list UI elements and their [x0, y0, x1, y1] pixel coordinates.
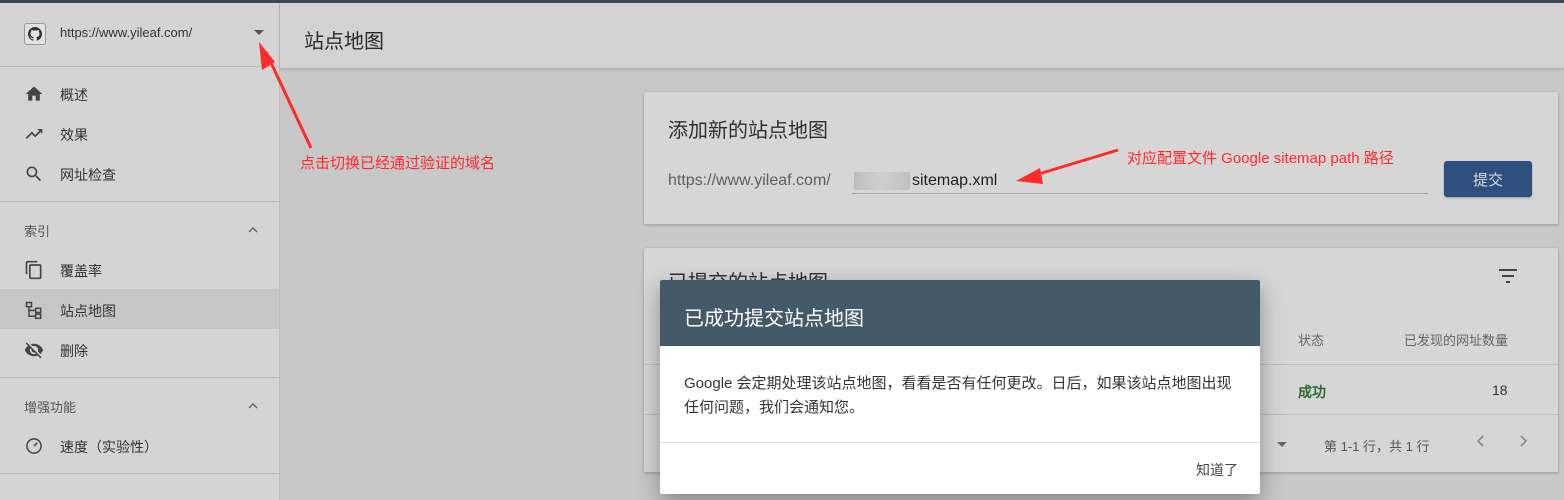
- sidebar: https://www.yileaf.com/ 概述 效果 网址检查 索引 覆盖…: [0, 3, 280, 500]
- sidebar-item-overview[interactable]: 概述: [0, 73, 279, 113]
- sitemap-icon: [25, 301, 42, 320]
- sidebar-item-url-inspection[interactable]: 网址检查: [0, 153, 279, 193]
- got-it-button[interactable]: 知道了: [1196, 460, 1238, 480]
- sidebar-item-label: 站点地图: [60, 303, 116, 319]
- speed-icon: [26, 438, 42, 454]
- copy-icon: [25, 260, 42, 280]
- page-title: 站点地图: [304, 31, 384, 53]
- search-icon: [26, 166, 42, 182]
- sidebar-item-label: 删除: [60, 343, 88, 359]
- property-selector[interactable]: https://www.yileaf.com/: [0, 3, 280, 67]
- card-title: 添加新的站点地图: [668, 120, 828, 142]
- redacted-path: [854, 172, 910, 190]
- sidebar-item-speed[interactable]: 速度（实验性）: [0, 425, 279, 465]
- submit-button[interactable]: 提交: [1444, 161, 1532, 197]
- sidebar-item-removals[interactable]: 删除: [0, 329, 279, 369]
- row-status: 成功: [1298, 384, 1326, 400]
- add-sitemap-card: 添加新的站点地图 https://www.yileaf.com/ sitemap…: [644, 92, 1558, 224]
- sidebar-item-sitemaps[interactable]: 站点地图: [0, 289, 279, 329]
- sidebar-divider: [0, 377, 279, 378]
- section-enhancements-header[interactable]: 增强功能: [0, 385, 279, 425]
- dialog-header: 已成功提交站点地图: [660, 280, 1260, 346]
- chevron-up-icon: [248, 226, 258, 233]
- sidebar-divider: [0, 473, 279, 474]
- dialog-title: 已成功提交站点地图: [684, 308, 864, 330]
- pagination-text: 第 1-1 行，共 1 行: [1324, 439, 1430, 454]
- sitemap-input[interactable]: sitemap.xml: [912, 172, 997, 190]
- annotation-right: 对应配置文件 Google sitemap path 路径: [1127, 150, 1394, 167]
- section-label: 索引: [24, 224, 51, 239]
- chevron-left-icon[interactable]: [1474, 434, 1488, 448]
- chevron-right-icon[interactable]: [1516, 434, 1530, 448]
- sidebar-item-label: 效果: [60, 127, 88, 143]
- sidebar-item-label: 概述: [60, 87, 88, 103]
- sidebar-item-label: 覆盖率: [60, 263, 102, 279]
- sidebar-item-label: 速度（实验性）: [60, 439, 158, 455]
- rows-per-page-caret-icon[interactable]: [1277, 442, 1287, 447]
- success-dialog: 已成功提交站点地图 Google 会定期处理该站点地图，看看是否有任何更改。日后…: [660, 280, 1260, 494]
- section-label: 增强功能: [24, 400, 77, 415]
- filter-icon[interactable]: [1498, 268, 1518, 284]
- trending-up-icon: [25, 129, 43, 139]
- page-header: 站点地图: [280, 3, 1564, 69]
- home-icon: [25, 86, 43, 101]
- property-url: https://www.yileaf.com/: [60, 25, 193, 40]
- sidebar-divider: [0, 201, 279, 202]
- sidebar-item-label: 网址检查: [60, 167, 116, 183]
- column-header-discovered[interactable]: 已发现的网址数量: [1404, 330, 1508, 349]
- column-header-status[interactable]: 状态: [1298, 330, 1324, 349]
- dialog-body: Google 会定期处理该站点地图，看看是否有任何更改。日后，如果该站点地图出现…: [684, 375, 1232, 416]
- annotation-left: 点击切换已经通过验证的域名: [300, 155, 496, 172]
- sidebar-item-performance[interactable]: 效果: [0, 113, 279, 153]
- section-index-header[interactable]: 索引: [0, 209, 279, 249]
- github-icon: [24, 23, 46, 45]
- sidebar-item-coverage[interactable]: 覆盖率: [0, 249, 279, 289]
- eye-off-icon: [24, 342, 44, 359]
- chevron-up-icon: [248, 402, 258, 409]
- sitemap-url-prefix: https://www.yileaf.com/: [668, 172, 831, 189]
- dropdown-caret-icon[interactable]: [254, 30, 264, 35]
- row-count: 18: [1492, 382, 1508, 398]
- input-underline: [852, 193, 1428, 194]
- dialog-divider: [660, 442, 1260, 443]
